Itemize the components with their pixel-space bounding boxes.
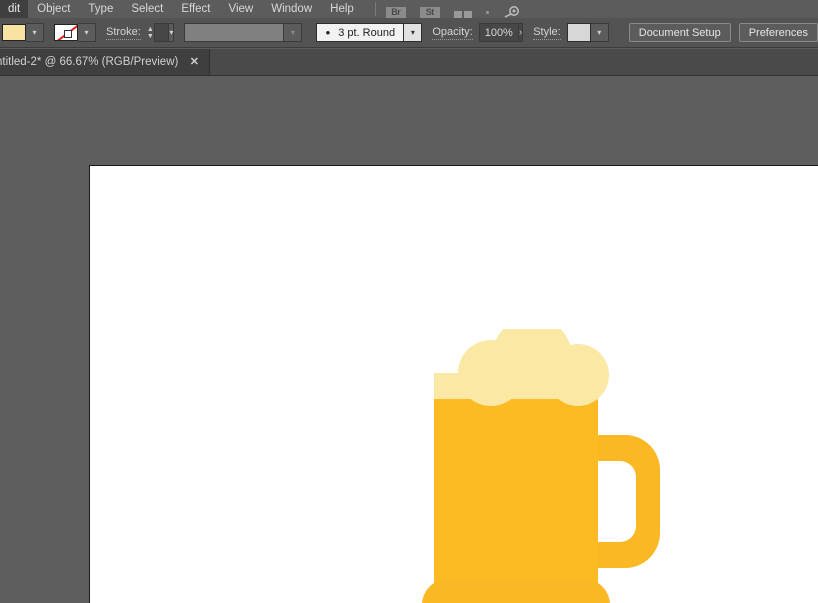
chevron-down-icon: ▾ xyxy=(32,29,36,37)
menu-item-help[interactable]: Help xyxy=(321,0,363,18)
menu-item-effect[interactable]: Effect xyxy=(172,0,219,18)
chevron-down-icon: ▾ xyxy=(597,29,601,37)
stroke-weight-input[interactable] xyxy=(154,23,170,42)
brush-definition-control[interactable]: ▾ xyxy=(184,23,302,42)
search-icon[interactable] xyxy=(503,0,521,18)
mug-body[interactable] xyxy=(434,399,598,603)
chevron-down-icon: ▾ xyxy=(291,29,295,37)
graphic-style-swatch-icon[interactable] xyxy=(567,23,591,42)
opacity-flyout-button[interactable]: › xyxy=(519,23,523,42)
stroke-weight-stepper[interactable]: ▲ ▼ xyxy=(147,23,154,42)
stroke-dropdown-button[interactable]: ▾ xyxy=(78,23,96,42)
menu-item-select[interactable]: Select xyxy=(122,0,172,18)
stepper-up-icon: ▲ xyxy=(147,26,154,33)
brush-preset-dropdown-button[interactable]: ▾ xyxy=(404,23,422,42)
brush-preset-field[interactable]: • 3 pt. Round xyxy=(316,23,404,42)
graphic-style-control[interactable]: ▾ xyxy=(567,23,609,42)
opacity-label: Opacity: xyxy=(432,26,472,40)
style-label: Style: xyxy=(533,26,561,40)
close-icon[interactable]: ✕ xyxy=(186,57,209,68)
menu-item-type[interactable]: Type xyxy=(79,0,122,18)
brush-preset-control[interactable]: • 3 pt. Round ▾ xyxy=(316,23,422,42)
arrange-documents-icon[interactable] xyxy=(454,0,472,18)
chevron-down-icon: ▾ xyxy=(84,29,88,37)
workspace-dot xyxy=(486,11,489,14)
document-tab[interactable]: ntitled-2* @ 66.67% (RGB/Preview) ✕ xyxy=(0,49,210,75)
menu-item-window[interactable]: Window xyxy=(262,0,321,18)
document-tab-title: ntitled-2* @ 66.67% (RGB/Preview) xyxy=(0,56,186,68)
brush-preset-label: 3 pt. Round xyxy=(338,27,395,39)
brush-definition-field[interactable] xyxy=(184,23,284,42)
menu-item-edit[interactable]: dit xyxy=(0,0,28,18)
workspace-dot-icon[interactable] xyxy=(486,0,489,18)
chevron-down-icon: ▾ xyxy=(169,29,173,37)
stroke-none-icon[interactable] xyxy=(54,24,78,41)
fill-swatch-icon[interactable] xyxy=(2,24,26,41)
stepper-down-icon: ▼ xyxy=(147,33,154,40)
canvas-workspace[interactable] xyxy=(0,76,818,603)
menu-item-object[interactable]: Object xyxy=(28,0,79,18)
arrange-bars xyxy=(454,0,472,18)
search-glyph xyxy=(503,4,521,18)
menu-divider xyxy=(375,2,376,16)
chevron-down-icon: ▾ xyxy=(411,29,415,37)
bridge-label: Br xyxy=(386,7,406,18)
stroke-weight-label: Stroke: xyxy=(106,26,141,40)
menu-item-view[interactable]: View xyxy=(220,0,263,18)
brush-definition-dropdown-button[interactable]: ▾ xyxy=(284,23,302,42)
beer-mug-illustration[interactable] xyxy=(420,329,660,603)
preferences-button[interactable]: Preferences xyxy=(739,23,818,42)
graphic-style-dropdown-button[interactable]: ▾ xyxy=(591,23,609,42)
brush-bullet-icon: • xyxy=(326,26,331,39)
control-options-bar: ▾ ▾ Stroke: ▲ ▼ ▾ ▾ • 3 pt. Round ▾ Opac… xyxy=(0,18,818,48)
bridge-icon[interactable]: Br xyxy=(386,0,406,18)
document-tab-bar: ntitled-2* @ 66.67% (RGB/Preview) ✕ xyxy=(0,49,818,76)
stroke-weight-dropdown-button[interactable]: ▾ xyxy=(169,23,174,42)
stroke-control[interactable]: ▾ xyxy=(54,23,96,42)
artboard[interactable] xyxy=(89,165,818,603)
fill-dropdown-button[interactable]: ▾ xyxy=(26,23,44,42)
menu-bar: dit Object Type Select Effect View Windo… xyxy=(0,0,818,18)
mug-base[interactable] xyxy=(422,579,610,603)
fill-control[interactable]: ▾ xyxy=(2,23,44,42)
stock-label: St xyxy=(420,7,440,18)
document-setup-button[interactable]: Document Setup xyxy=(629,23,731,42)
opacity-input[interactable]: 100% xyxy=(479,23,519,42)
stock-icon[interactable]: St xyxy=(420,0,440,18)
foam-cloud[interactable] xyxy=(434,329,609,406)
